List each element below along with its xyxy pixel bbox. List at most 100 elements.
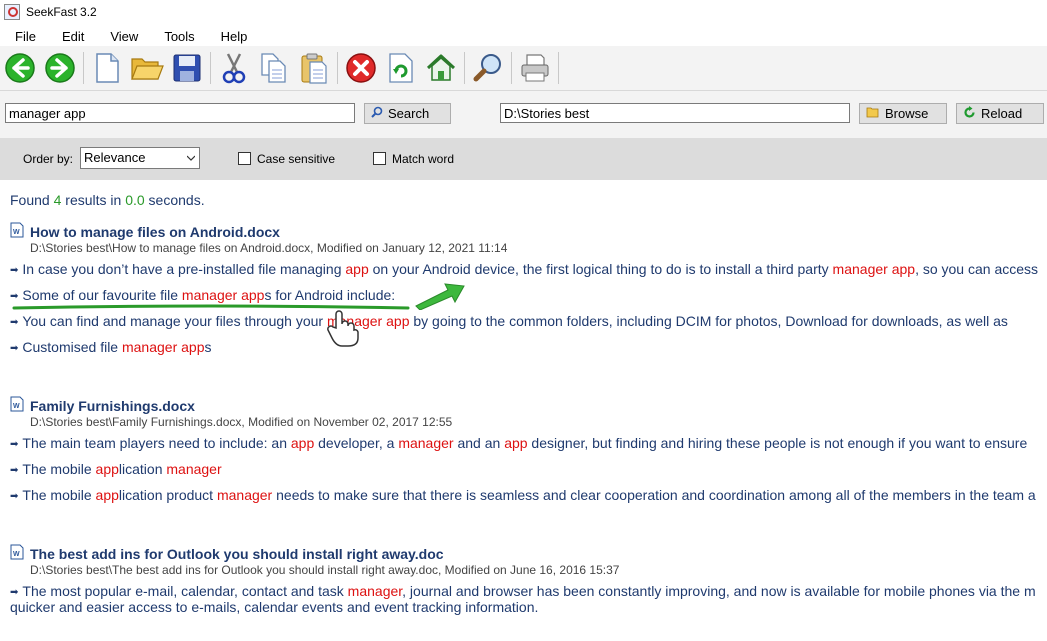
- match-line[interactable]: ➡ Customised file manager apps: [10, 339, 212, 355]
- order-by-select[interactable]: Relevance: [80, 147, 200, 169]
- new-button[interactable]: [90, 51, 124, 85]
- results-summary: Found 4 results in 0.0 seconds.: [10, 192, 205, 208]
- toolbar-separator: [511, 52, 512, 84]
- menu-help[interactable]: Help: [208, 29, 261, 44]
- cut-button[interactable]: [217, 51, 251, 85]
- match-text: lication: [118, 461, 167, 477]
- reload-button[interactable]: Reload: [956, 103, 1044, 124]
- back-icon: [5, 53, 35, 83]
- match-highlight: app: [891, 261, 916, 277]
- find-icon: [473, 54, 501, 82]
- results-pane: Found 4 results in 0.0 seconds. W How to…: [0, 180, 1047, 641]
- window-title: SeekFast 3.2: [26, 5, 97, 19]
- match-text: and an: [453, 435, 505, 451]
- back-button[interactable]: [3, 51, 37, 85]
- app-icon: [4, 4, 20, 20]
- toolbar: [0, 46, 1047, 91]
- match-line[interactable]: ➡ The main team players need to include: …: [10, 435, 1027, 451]
- bullet-arrow-icon: ➡: [10, 465, 19, 476]
- match-text: The main team players need to include: a…: [22, 435, 291, 451]
- case-sensitive-label: Case sensitive: [257, 152, 336, 166]
- match-line[interactable]: ➡ The mobile application manager: [10, 461, 222, 477]
- match-line[interactable]: ➡ In case you don’t have a pre-installed …: [10, 261, 1038, 277]
- result-title[interactable]: How to manage files on Android.docx: [30, 224, 280, 240]
- menu-tools[interactable]: Tools: [151, 29, 207, 44]
- home-button[interactable]: [424, 51, 458, 85]
- find-button[interactable]: [471, 51, 505, 85]
- forward-button[interactable]: [43, 51, 77, 85]
- copy-icon: [261, 53, 286, 83]
- summary-suffix: seconds.: [144, 192, 205, 208]
- browse-button[interactable]: Browse: [859, 103, 947, 124]
- save-icon: [173, 54, 201, 82]
- match-highlight: app: [95, 461, 119, 477]
- print-button[interactable]: [518, 51, 552, 85]
- forward-icon: [45, 53, 75, 83]
- search-input[interactable]: [5, 103, 355, 123]
- match-text: s: [204, 339, 212, 355]
- toolbar-separator: [464, 52, 465, 84]
- toolbar-separator: [558, 52, 559, 84]
- match-highlight: app: [345, 261, 369, 277]
- bullet-arrow-icon: ➡: [10, 439, 19, 450]
- word-document-icon: W: [10, 544, 24, 560]
- chevron-down-icon: [187, 155, 195, 161]
- toolbar-separator: [210, 52, 211, 84]
- open-button[interactable]: [130, 51, 164, 85]
- browse-button-label: Browse: [885, 106, 929, 121]
- result-path: D:\Stories best\How to manage files on A…: [30, 241, 508, 255]
- match-line[interactable]: ➡ The most popular e-mail, calendar, cont…: [10, 583, 1036, 599]
- order-by-label: Order by:: [23, 152, 74, 166]
- summary-prefix: Found: [10, 192, 54, 208]
- paste-icon: [301, 53, 327, 84]
- refresh-button[interactable]: [384, 51, 418, 85]
- cut-icon: [222, 53, 246, 84]
- match-text: The most popular e-mail, calendar, conta…: [22, 583, 348, 599]
- open-folder-icon: [131, 58, 164, 80]
- copy-button[interactable]: [257, 51, 291, 85]
- match-text: on your Android device, the first logica…: [368, 261, 833, 277]
- word-document-icon: W: [10, 222, 24, 238]
- match-word-checkbox[interactable]: [373, 152, 386, 165]
- stop-icon: [346, 53, 376, 83]
- match-text: In case you don’t have a pre-installed f…: [22, 261, 346, 277]
- order-by-value: Relevance: [84, 150, 146, 165]
- save-button[interactable]: [170, 51, 204, 85]
- search-button[interactable]: Search: [364, 103, 451, 124]
- menu-bar: File Edit View Tools Help: [0, 26, 1047, 46]
- result-title[interactable]: The best add ins for Outlook you should …: [30, 546, 444, 562]
- svg-text:W: W: [13, 403, 20, 410]
- match-text: Customised file: [22, 339, 122, 355]
- paste-button[interactable]: [297, 51, 331, 85]
- summary-mid: results in: [61, 192, 126, 208]
- match-highlight: manager: [398, 435, 454, 451]
- match-highlight: manager: [181, 287, 238, 303]
- match-highlight: manager: [347, 583, 403, 599]
- home-icon: [426, 54, 456, 81]
- folder-path-input[interactable]: [500, 103, 850, 123]
- bullet-arrow-icon: ➡: [10, 587, 19, 598]
- refresh-icon: [389, 53, 413, 83]
- match-text: The mobile: [22, 461, 96, 477]
- bullet-arrow-icon: ➡: [10, 343, 19, 354]
- stop-button[interactable]: [344, 51, 378, 85]
- svg-text:W: W: [13, 551, 20, 558]
- match-text: lication product: [118, 487, 217, 503]
- bullet-arrow-icon: ➡: [10, 491, 19, 502]
- match-highlight: app: [290, 435, 315, 451]
- case-sensitive-checkbox[interactable]: [238, 152, 251, 165]
- menu-edit[interactable]: Edit: [49, 29, 97, 44]
- match-highlight: manager: [832, 261, 888, 277]
- match-highlight: app: [504, 435, 528, 451]
- match-text: designer, but finding and hiring these p…: [527, 435, 1028, 451]
- menu-view[interactable]: View: [97, 29, 151, 44]
- match-line[interactable]: ➡ You can find and manage your files thro…: [10, 313, 1008, 329]
- match-highlight: app: [181, 339, 205, 355]
- match-line[interactable]: ➡ The mobile application product manager …: [10, 487, 1036, 503]
- word-document-icon: W: [10, 396, 24, 412]
- result-title[interactable]: Family Furnishings.docx: [30, 398, 195, 414]
- menu-file[interactable]: File: [0, 29, 49, 44]
- match-line[interactable]: ➡ Some of our favourite file manager apps…: [10, 287, 395, 303]
- search-button-label: Search: [388, 106, 430, 121]
- print-icon: [521, 54, 549, 82]
